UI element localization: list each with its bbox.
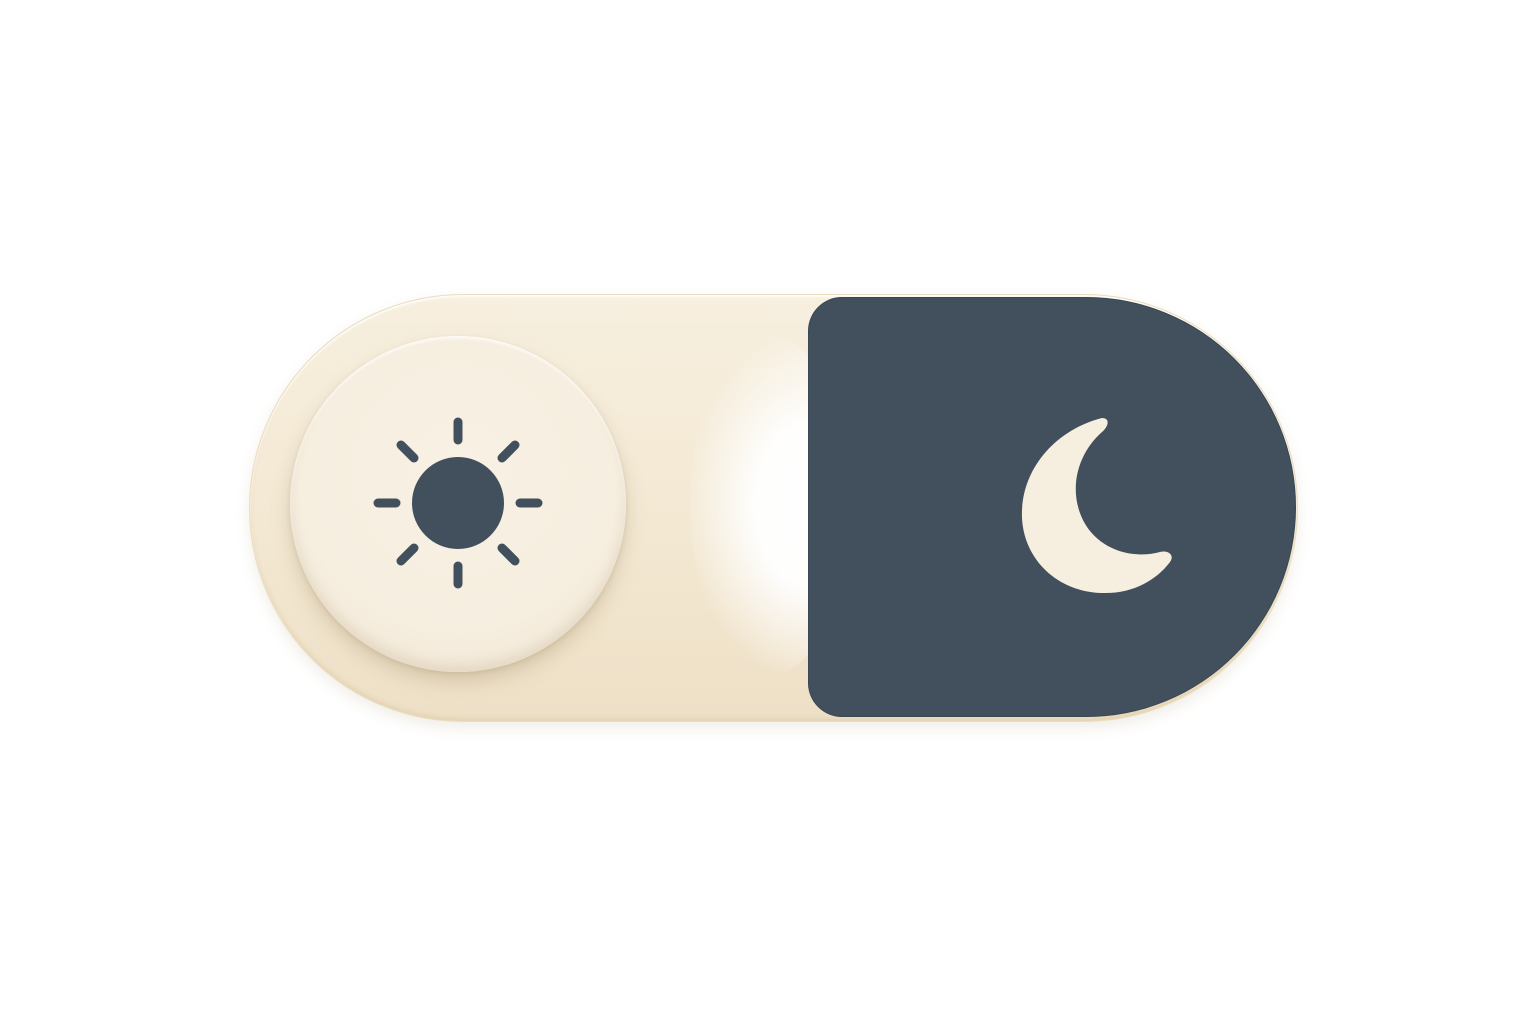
sun-icon — [373, 417, 543, 589]
moon-icon — [1021, 418, 1172, 594]
stage: light — [0, 0, 1536, 1024]
sun-core — [412, 457, 504, 549]
theme-toggle-knob[interactable]: light — [290, 336, 626, 672]
moon-shape — [1021, 418, 1172, 594]
